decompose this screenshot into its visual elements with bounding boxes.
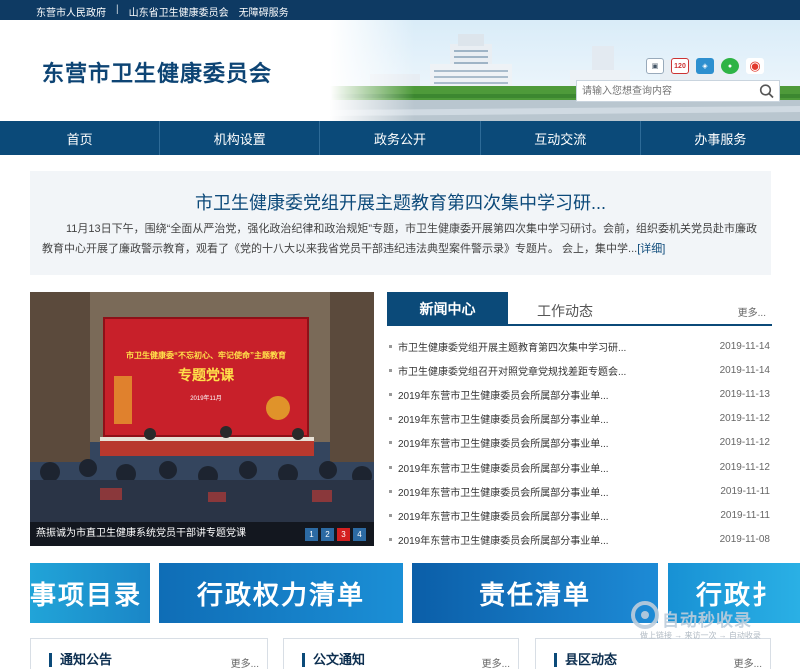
bullet: [389, 465, 392, 469]
featured-title[interactable]: 市卫生健康委党组开展主题教育第四次集中学习研...: [30, 189, 771, 215]
list-item[interactable]: 2019年东营市卫生健康委员会所属部分事业单... 2019-11-12: [387, 407, 772, 431]
news-panel: 新闻中心 工作动态 更多... 市卫生健康委党组开展主题教育第四次集中学习研..…: [387, 292, 772, 550]
bullet: [389, 368, 392, 372]
watermark-logo-icon: [631, 601, 659, 629]
mobile-icon[interactable]: ▣: [646, 58, 664, 74]
list-item[interactable]: 2019年东营市卫生健康委员会所属部分事业单... 2019-11-12: [387, 455, 772, 479]
top-bar: 东营市人民政府 | 山东省卫生健康委员会 无障碍服务: [0, 0, 800, 20]
document-more-link[interactable]: 更多...: [482, 655, 510, 669]
document-box: 公文通知 更多...: [283, 638, 519, 669]
news-date: 2019-11-12: [719, 413, 770, 425]
tab-news-center[interactable]: 新闻中心: [387, 292, 508, 326]
header: 东营市卫生健康委员会 ▣ 120 ◈ ● ◉ 请输入您想查询内容: [0, 20, 800, 121]
notice-box: 通知公告 更多...: [30, 638, 268, 669]
news-date: 2019-11-08: [719, 534, 770, 546]
news-title[interactable]: 2019年东营市卫生健康委员会所属部分事业单...: [398, 435, 638, 450]
social-icons: ▣ 120 ◈ ● ◉: [646, 58, 764, 74]
carousel-page-2[interactable]: 2: [321, 528, 334, 541]
list-item[interactable]: 市卫生健康委党组召开对照党章党规找差距专题会... 2019-11-14: [387, 358, 772, 382]
bullet: [389, 538, 392, 542]
news-list: 市卫生健康委党组开展主题教育第四次集中学习研... 2019-11-14 市卫生健…: [387, 334, 772, 552]
county-news-box-title[interactable]: 县区动态: [554, 653, 617, 667]
news-title[interactable]: 2019年东营市卫生健康委员会所属部分事业单...: [398, 484, 638, 499]
app-icon[interactable]: ◈: [696, 58, 714, 74]
carousel-page-3[interactable]: 3: [337, 528, 350, 541]
list-item[interactable]: 2019年东营市卫生健康委员会所属部分事业单... 2019-11-08: [387, 528, 772, 552]
news-title[interactable]: 2019年东营市卫生健康委员会所属部分事业单...: [398, 460, 638, 475]
stage-banner-line2: 专题党课: [178, 367, 235, 383]
nav-interaction[interactable]: 互动交流: [481, 121, 641, 155]
bullet: [389, 441, 392, 445]
list-item[interactable]: 2019年东营市卫生健康委员会所属部分事业单... 2019-11-11: [387, 479, 772, 503]
nav-organization[interactable]: 机构设置: [160, 121, 321, 155]
news-date: 2019-11-11: [720, 485, 770, 497]
tab-work-updates[interactable]: 工作动态: [537, 301, 593, 321]
site-title[interactable]: 东营市卫生健康委员会: [42, 56, 272, 88]
carousel-page-1[interactable]: 1: [305, 528, 318, 541]
search-box: [576, 80, 780, 102]
photo-carousel[interactable]: 市卫生健康委“不忘初心、牢记使命”主题教育 专题党课 2019年11月 燕振诚为…: [30, 292, 374, 546]
notice-more-link[interactable]: 更多...: [231, 655, 259, 669]
stage-banner-line1: 市卫生健康委“不忘初心、牢记使命”主题教育: [126, 350, 286, 360]
search-icon[interactable]: [758, 83, 776, 99]
news-title[interactable]: 2019年东营市卫生健康委员会所属部分事业单...: [398, 387, 638, 402]
news-more-link[interactable]: 更多...: [738, 304, 766, 319]
main-nav: 首页 机构设置 政务公开 互动交流 办事服务: [0, 121, 800, 155]
news-date: 2019-11-13: [719, 388, 770, 400]
county-news-more-link[interactable]: 更多...: [734, 655, 762, 669]
watermark: 自动秒收录 做上链接 → 来访一次 → 自动收录: [628, 598, 788, 644]
featured-more-link[interactable]: [详细]: [637, 243, 665, 255]
link-shandong-health[interactable]: 山东省卫生健康委员会: [129, 4, 229, 19]
news-date: 2019-11-11: [720, 509, 770, 521]
hotline-120-icon[interactable]: 120: [671, 58, 689, 74]
banner-responsibility-list[interactable]: 责任清单: [412, 563, 658, 623]
carousel-pagination: 1 2 3 4: [305, 528, 366, 541]
bullet: [389, 417, 392, 421]
notice-box-title[interactable]: 通知公告: [49, 653, 112, 667]
featured-news: 市卫生健康委党组开展主题教育第四次集中学习研... 11月13日下午，围绕“全面…: [30, 171, 771, 275]
nav-government-affairs[interactable]: 政务公开: [320, 121, 481, 155]
news-date: 2019-11-14: [719, 340, 770, 352]
news-date: 2019-11-12: [719, 437, 770, 449]
news-title[interactable]: 2019年东营市卫生健康委员会所属部分事业单...: [398, 532, 638, 547]
link-dongying-gov[interactable]: 东营市人民政府: [36, 4, 106, 19]
news-date: 2019-11-14: [719, 364, 770, 376]
search-input[interactable]: [577, 81, 755, 101]
featured-summary: 11月13日下午，围绕“全面从严治党，强化政治纪律和政治规矩”专题，市卫生健康委…: [42, 219, 764, 259]
nav-services[interactable]: 办事服务: [641, 121, 800, 155]
carousel-page-4[interactable]: 4: [353, 528, 366, 541]
news-title[interactable]: 2019年东营市卫生健康委员会所属部分事业单...: [398, 508, 638, 523]
list-item[interactable]: 市卫生健康委党组开展主题教育第四次集中学习研... 2019-11-14: [387, 334, 772, 358]
banner-power-list[interactable]: 行政权力清单: [159, 563, 403, 623]
bullet: [389, 344, 392, 348]
bullet: [389, 392, 392, 396]
news-title[interactable]: 市卫生健康委党组开展主题教育第四次集中学习研...: [398, 339, 638, 354]
document-box-title[interactable]: 公文通知: [302, 653, 365, 667]
list-item[interactable]: 2019年东营市卫生健康委员会所属部分事业单... 2019-11-11: [387, 503, 772, 527]
stage-banner-date: 2019年11月: [190, 394, 222, 402]
bullet: [389, 489, 392, 493]
watermark-subtitle: 做上链接 → 来访一次 → 自动收录: [640, 631, 761, 640]
wechat-icon[interactable]: ●: [721, 58, 739, 74]
link-accessibility[interactable]: 无障碍服务: [239, 4, 289, 19]
nav-home[interactable]: 首页: [0, 121, 161, 155]
list-item[interactable]: 2019年东营市卫生健康委员会所属部分事业单... 2019-11-13: [387, 382, 772, 406]
news-date: 2019-11-12: [719, 461, 770, 473]
separator: |: [116, 4, 119, 15]
weibo-icon[interactable]: ◉: [746, 58, 764, 74]
news-title[interactable]: 市卫生健康委党组召开对照党章党规找差距专题会...: [398, 363, 638, 378]
news-tabs: 新闻中心 工作动态 更多...: [387, 292, 772, 326]
news-title[interactable]: 2019年东营市卫生健康委员会所属部分事业单...: [398, 411, 638, 426]
list-item[interactable]: 2019年东营市卫生健康委员会所属部分事业单... 2019-11-12: [387, 431, 772, 455]
carousel-photo: 市卫生健康委“不忘初心、牢记使命”主题教育 专题党课 2019年11月: [30, 292, 374, 546]
bullet: [389, 513, 392, 517]
watermark-title: 自动秒收录: [662, 611, 752, 630]
banner-item-catalog[interactable]: 事项目录: [30, 563, 150, 623]
